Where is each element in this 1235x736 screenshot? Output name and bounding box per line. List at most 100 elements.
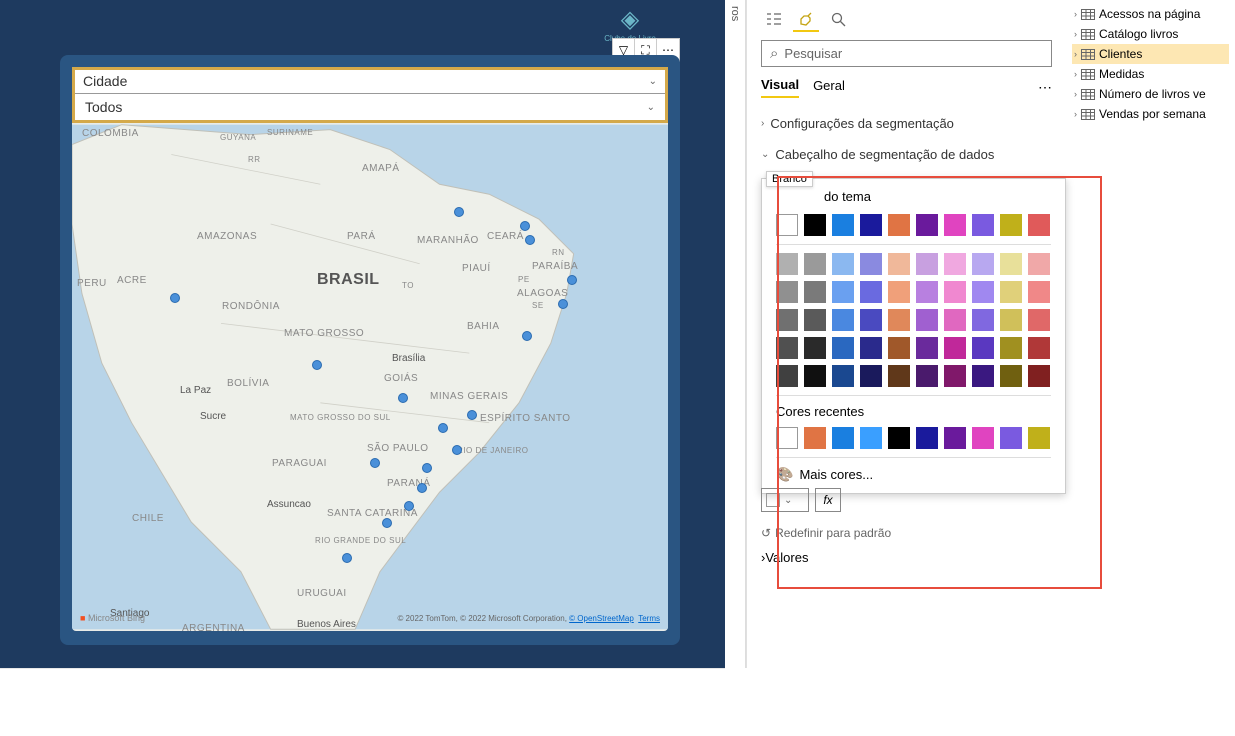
map-data-point[interactable]: [525, 235, 535, 245]
reset-to-default[interactable]: Redefinir para padrão: [761, 526, 891, 540]
map-data-point[interactable]: [454, 207, 464, 217]
map-data-point[interactable]: [452, 445, 462, 455]
map-data-point[interactable]: [520, 221, 530, 231]
field-item[interactable]: ›Vendas por semana: [1072, 104, 1229, 124]
tab-visual[interactable]: Visual: [761, 77, 799, 98]
field-item[interactable]: ›Medidas: [1072, 64, 1229, 84]
filters-tab[interactable]: ros: [725, 0, 746, 668]
map-data-point[interactable]: [382, 518, 392, 528]
color-swatch[interactable]: [804, 281, 826, 303]
color-swatch[interactable]: [1000, 365, 1022, 387]
color-swatch[interactable]: [776, 253, 798, 275]
color-dropdown[interactable]: ⌄: [761, 488, 809, 512]
color-swatch[interactable]: [804, 253, 826, 275]
color-swatch[interactable]: [1000, 253, 1022, 275]
color-swatch[interactable]: [1028, 365, 1050, 387]
color-swatch[interactable]: [888, 214, 910, 236]
color-swatch[interactable]: [972, 365, 994, 387]
map-data-point[interactable]: [398, 393, 408, 403]
color-swatch[interactable]: [1028, 427, 1050, 449]
color-swatch[interactable]: [888, 365, 910, 387]
color-swatch[interactable]: [916, 253, 938, 275]
fx-button[interactable]: fx: [815, 488, 841, 512]
color-swatch[interactable]: [972, 214, 994, 236]
color-swatch[interactable]: [832, 214, 854, 236]
color-swatch[interactable]: [1028, 281, 1050, 303]
color-swatch[interactable]: [916, 281, 938, 303]
color-swatch[interactable]: [1000, 309, 1022, 331]
field-item[interactable]: ›Catálogo livros: [1072, 24, 1229, 44]
more-icon[interactable]: ⋯: [1038, 79, 1052, 96]
color-swatch[interactable]: [860, 253, 882, 275]
color-swatch[interactable]: [888, 427, 910, 449]
format-tab-icon[interactable]: [793, 8, 819, 32]
color-swatch[interactable]: [804, 365, 826, 387]
analytics-tab-icon[interactable]: [825, 8, 851, 32]
color-swatch[interactable]: [1028, 214, 1050, 236]
color-swatch[interactable]: [776, 337, 798, 359]
map-data-point[interactable]: [567, 275, 577, 285]
color-swatch[interactable]: [944, 281, 966, 303]
color-swatch[interactable]: [944, 337, 966, 359]
color-swatch[interactable]: [944, 253, 966, 275]
slicer[interactable]: Cidade ⌄ Todos ⌄: [72, 67, 668, 123]
color-swatch[interactable]: [888, 253, 910, 275]
color-swatch[interactable]: [860, 337, 882, 359]
color-swatch[interactable]: [944, 427, 966, 449]
color-swatch[interactable]: [1000, 214, 1022, 236]
color-swatch[interactable]: [916, 214, 938, 236]
map-data-point[interactable]: [467, 410, 477, 420]
color-swatch[interactable]: [832, 427, 854, 449]
color-swatch[interactable]: [804, 427, 826, 449]
color-swatch[interactable]: [832, 337, 854, 359]
field-item[interactable]: ›Clientes: [1072, 44, 1229, 64]
slicer-dropdown[interactable]: Todos ⌄: [75, 93, 665, 120]
color-swatch[interactable]: [804, 309, 826, 331]
color-swatch[interactable]: [1028, 253, 1050, 275]
color-swatch[interactable]: [972, 337, 994, 359]
field-item[interactable]: ›Número de livros ve: [1072, 84, 1229, 104]
field-item[interactable]: ›Acessos na página: [1072, 4, 1229, 24]
color-swatch[interactable]: [916, 337, 938, 359]
color-swatch[interactable]: [916, 427, 938, 449]
color-swatch[interactable]: [972, 309, 994, 331]
map-data-point[interactable]: [522, 331, 532, 341]
color-swatch[interactable]: [832, 281, 854, 303]
more-colors-button[interactable]: Mais cores...: [776, 466, 1051, 483]
fields-tab-icon[interactable]: [761, 8, 787, 32]
color-swatch[interactable]: [1000, 281, 1022, 303]
color-swatch[interactable]: [804, 214, 826, 236]
color-swatch[interactable]: [832, 365, 854, 387]
map-data-point[interactable]: [370, 458, 380, 468]
color-swatch[interactable]: [832, 309, 854, 331]
color-swatch[interactable]: [944, 309, 966, 331]
color-swatch[interactable]: [888, 281, 910, 303]
color-swatch[interactable]: [776, 365, 798, 387]
section-slicer-settings[interactable]: › Configurações da segmentação: [761, 108, 1052, 139]
color-swatch[interactable]: [1028, 337, 1050, 359]
color-swatch[interactable]: [804, 337, 826, 359]
map-data-point[interactable]: [342, 553, 352, 563]
section-values[interactable]: › Valores: [761, 542, 1052, 573]
color-swatch[interactable]: [860, 309, 882, 331]
map-data-point[interactable]: [558, 299, 568, 309]
search-input[interactable]: Pesquisar: [761, 40, 1052, 67]
color-swatch[interactable]: [972, 281, 994, 303]
color-swatch[interactable]: [888, 337, 910, 359]
color-swatch[interactable]: [944, 214, 966, 236]
color-swatch[interactable]: [776, 281, 798, 303]
map-data-point[interactable]: [417, 483, 427, 493]
color-swatch[interactable]: [860, 427, 882, 449]
map-data-point[interactable]: [312, 360, 322, 370]
color-swatch[interactable]: [916, 309, 938, 331]
color-swatch[interactable]: [860, 281, 882, 303]
slicer-header[interactable]: Cidade ⌄: [75, 70, 665, 93]
color-swatch[interactable]: [1028, 309, 1050, 331]
terms-link[interactable]: Terms: [638, 614, 660, 623]
map-data-point[interactable]: [438, 423, 448, 433]
map-visual[interactable]: COLOMBIA PERU BOLÍVIA PARAGUAI CHILE URU…: [72, 123, 668, 631]
color-swatch[interactable]: [860, 214, 882, 236]
color-swatch[interactable]: [776, 309, 798, 331]
color-swatch[interactable]: [776, 427, 798, 449]
color-swatch[interactable]: [972, 427, 994, 449]
